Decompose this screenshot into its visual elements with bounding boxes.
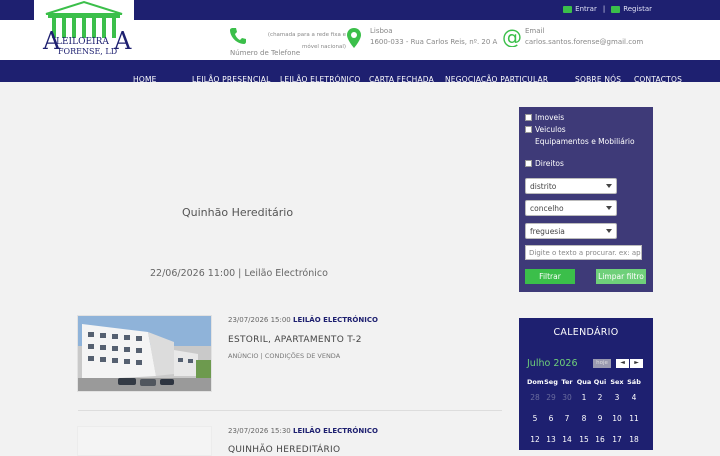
search-input[interactable]: Digite o texto a procurar. ex: apar <box>525 245 642 260</box>
svg-text:@: @ <box>502 27 522 47</box>
phone-label: Número de Telefone <box>230 49 301 57</box>
checkbox[interactable] <box>525 126 532 133</box>
listing-1-image[interactable] <box>77 315 212 392</box>
calendar-day[interactable]: 14 <box>559 435 575 444</box>
listing-1-date: 23/07/2026 15:00 <box>228 316 291 324</box>
listing-2-type: LEILÃO ELECTRÓNICO <box>292 427 378 435</box>
site-logo[interactable]: A A LEILOEIRA FORENSE, LD <box>34 0 134 58</box>
account-links: Entrar | Registar <box>563 5 652 13</box>
calendar-day[interactable]: 10 <box>609 414 625 423</box>
calendar-month: Julho 2026 <box>527 358 578 369</box>
select-freguesia[interactable]: freguesia <box>525 223 617 239</box>
listing-2-image[interactable] <box>77 426 212 456</box>
filter-check-imoveis[interactable]: Imoveis <box>525 113 564 122</box>
weekday-label: Seg <box>544 378 558 386</box>
chevron-down-icon <box>606 229 612 233</box>
logo-line-1: LEILOEIRA <box>56 37 109 47</box>
checkbox-label: Veiculos <box>535 125 566 134</box>
calendar-day[interactable]: 3 <box>609 393 625 402</box>
register-icon <box>611 5 621 13</box>
city-label: Lisboa <box>370 27 393 35</box>
location-pin-icon <box>347 28 361 48</box>
phone-icon <box>230 28 246 44</box>
page-date-line: 22/06/2026 11:00 | Leilão Electrónico <box>150 268 328 279</box>
chevron-down-icon <box>606 184 612 188</box>
login-icon <box>563 5 573 13</box>
select-value: distrito <box>530 182 557 191</box>
email-address[interactable]: carlos.santos.forense@gmail.com <box>525 38 643 46</box>
calendar-day[interactable]: 13 <box>543 435 559 444</box>
listing-1-links[interactable]: ANÚNCIO | CONDIÇÕES DE VENDA <box>228 352 340 360</box>
building-photo <box>78 316 211 391</box>
email-label: Email <box>525 27 545 35</box>
calendar-day[interactable]: 11 <box>626 414 642 423</box>
filter-check-equipamentos[interactable]: Equipamentos e Mobiliário <box>525 137 635 147</box>
select-distrito[interactable]: distrito <box>525 178 617 194</box>
weekday-label: Sáb <box>627 378 641 386</box>
checkbox[interactable] <box>525 160 532 167</box>
calendar-day[interactable]: 7 <box>559 414 575 423</box>
logo-line-2: FORENSE, LD <box>58 47 117 56</box>
login-link[interactable]: Entrar <box>563 5 597 13</box>
calendar-prev-button[interactable]: ◄ <box>616 359 629 368</box>
filter-check-direitos[interactable]: Direitos <box>525 159 564 168</box>
chevron-down-icon <box>606 206 612 210</box>
calendar-day[interactable]: 2 <box>592 393 608 402</box>
weekday-label: Qua <box>576 378 592 386</box>
select-value: concelho <box>530 204 564 213</box>
weekday-label: Qui <box>593 378 607 386</box>
listing-1-type: LEILÃO ELECTRÓNICO <box>292 316 378 324</box>
filter-panel: Imoveis Veiculos Equipamentos e Mobiliár… <box>519 107 653 292</box>
calendar-title: CALENDÁRIO <box>553 327 619 338</box>
calendar-day[interactable]: 5 <box>527 414 543 423</box>
address-text: 1600-033 - Rua Carlos Reis, nº. 20 A <box>370 38 498 46</box>
clear-filter-button[interactable]: Limpar filtro <box>596 269 646 284</box>
listing-2-title[interactable]: QUINHÃO HEREDITÁRIO <box>228 445 340 455</box>
calendar-next-button[interactable]: ► <box>630 359 643 368</box>
weekday-label: Sex <box>610 378 624 386</box>
calendar-day[interactable]: 6 <box>543 414 559 423</box>
calendar-day[interactable]: 15 <box>576 435 592 444</box>
link-separator: | <box>602 5 606 13</box>
weekday-label: Ter <box>561 378 573 386</box>
calendar-day[interactable]: 17 <box>609 435 625 444</box>
calendar-day[interactable]: 30 <box>559 393 575 402</box>
listing-2-date: 23/07/2026 15:30 <box>228 427 291 435</box>
checkbox[interactable] <box>525 114 532 121</box>
filter-check-veiculos[interactable]: Veiculos <box>525 125 566 134</box>
email-at-icon: @ <box>502 27 522 47</box>
calendar-day[interactable]: 16 <box>592 435 608 444</box>
calendar-day[interactable]: 1 <box>576 393 592 402</box>
calendar-day[interactable]: 18 <box>626 435 642 444</box>
listing-divider <box>78 410 502 411</box>
calendar-day[interactable]: 29 <box>543 393 559 402</box>
calendar-day[interactable]: 12 <box>527 435 543 444</box>
calendar-today-button[interactable]: hoje <box>593 359 611 368</box>
login-label: Entrar <box>575 5 597 13</box>
checkbox-label: Direitos <box>535 159 564 168</box>
register-link[interactable]: Registar <box>611 5 652 13</box>
listing-1-meta: 23/07/2026 15:00 LEILÃO ELECTRÓNICO <box>228 316 378 324</box>
listing-1-title[interactable]: ESTORIL, APARTAMENTO T-2 <box>228 335 362 345</box>
checkbox-label: Imoveis <box>535 113 565 122</box>
calendar-day[interactable]: 4 <box>626 393 642 402</box>
weekday-label: Dom <box>527 378 544 386</box>
main-nav: HOME LEILÃO PRESENCIAL LEILÃO ELETRÓNICO… <box>0 60 720 84</box>
calendar-day[interactable]: 8 <box>576 414 592 423</box>
listing-2-meta: 23/07/2026 15:30 LEILÃO ELECTRÓNICO <box>228 427 378 435</box>
calendar-day[interactable]: 28 <box>527 393 543 402</box>
register-label: Registar <box>623 5 652 13</box>
calendar-day[interactable]: 9 <box>592 414 608 423</box>
calendar-widget: CALENDÁRIO Julho 2026 hoje ◄ ► Dom Seg T… <box>519 318 653 450</box>
filter-button[interactable]: Filtrar <box>525 269 575 284</box>
select-concelho[interactable]: concelho <box>525 200 617 216</box>
select-value: freguesia <box>530 227 565 236</box>
checkbox-label: Equipamentos e Mobiliário <box>535 137 635 146</box>
page-title: Quinhão Hereditário <box>182 206 294 219</box>
